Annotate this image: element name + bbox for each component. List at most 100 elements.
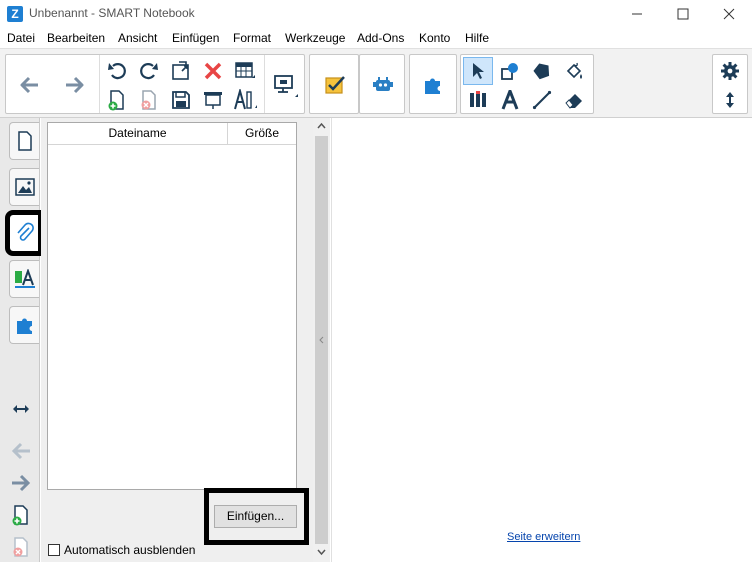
maximize-button[interactable]: [660, 0, 706, 28]
toolbar-group-addons: [409, 54, 457, 114]
paperclip-icon: [16, 222, 34, 241]
toolbar-group-response: [309, 54, 359, 114]
sidebar-delete-page-button[interactable]: [10, 536, 32, 558]
menu-hilfe[interactable]: Hilfe: [465, 31, 489, 45]
toolbar: [0, 48, 752, 118]
measure-tools-icon: [234, 89, 257, 110]
shapes-tool-button[interactable]: [495, 57, 525, 85]
eraser-tool-button[interactable]: [559, 86, 589, 114]
close-window-button[interactable]: [706, 0, 752, 28]
gear-icon: [721, 62, 739, 80]
menu-format[interactable]: Format: [233, 31, 271, 45]
sidebar-move-button[interactable]: [10, 398, 32, 420]
line-icon: [532, 90, 552, 110]
sidebar-add-page-button[interactable]: [10, 504, 32, 526]
pens-tool-button[interactable]: [463, 86, 493, 114]
menu-add-ons[interactable]: Add-Ons: [357, 31, 404, 45]
add-page-button[interactable]: [102, 86, 132, 114]
eraser-icon: [565, 94, 582, 109]
add-page-icon: [12, 505, 28, 526]
floppy-disk-icon: [172, 91, 190, 109]
arrow-left-icon: [11, 442, 30, 460]
autohide-checkbox[interactable]: [48, 544, 60, 556]
redo-button[interactable]: [134, 57, 164, 85]
tab-page-sorter[interactable]: [9, 122, 39, 160]
lab-activities-button[interactable]: [368, 71, 398, 99]
tab-addons[interactable]: [9, 306, 39, 344]
menu-werkzeuge[interactable]: Werkzeuge: [285, 31, 345, 45]
insert-highlight-frame: Einfügen...: [204, 488, 309, 545]
insert-table-button[interactable]: [230, 57, 260, 85]
paint-bucket-icon: [566, 62, 582, 79]
menu-ansicht[interactable]: Ansicht: [118, 31, 157, 45]
text-a-icon: [501, 90, 519, 110]
minimize-button[interactable]: [614, 0, 660, 28]
close-icon: [723, 8, 735, 20]
previous-page-button[interactable]: [14, 71, 44, 99]
expand-page-link[interactable]: Seite erweitern: [507, 531, 580, 543]
response-button[interactable]: [320, 71, 350, 99]
chevron-up-icon: [317, 122, 326, 129]
fill-tool-button[interactable]: [559, 57, 589, 85]
menu-einfuegen[interactable]: Einfügen: [172, 31, 219, 45]
monitor-icon: [274, 75, 298, 97]
polygon-icon: [533, 63, 550, 80]
app-logo-icon: Z: [7, 6, 23, 22]
clipboard-icon: [172, 61, 189, 80]
delete-page-button[interactable]: [134, 86, 164, 114]
chevron-down-icon: [317, 549, 326, 556]
save-button[interactable]: [166, 86, 196, 114]
select-tool-button[interactable]: [463, 57, 493, 85]
next-page-button[interactable]: [60, 71, 90, 99]
maximize-icon: [677, 8, 689, 20]
polygon-tool-button[interactable]: [527, 57, 557, 85]
panel-scrollbar[interactable]: [313, 118, 330, 562]
menu-bearbeiten[interactable]: Bearbeiten: [47, 31, 105, 45]
line-tool-button[interactable]: [527, 86, 557, 114]
column-header-size[interactable]: Größe: [228, 123, 296, 144]
checkbox-check-icon: [325, 76, 345, 94]
toolbar-group-main: [5, 54, 305, 114]
whiteboard-canvas[interactable]: Seite erweitern: [331, 118, 752, 562]
arrow-left-icon: [20, 76, 38, 94]
column-header-filename[interactable]: Dateiname: [48, 123, 228, 144]
arrow-right-icon: [66, 76, 84, 94]
text-tool-button[interactable]: [495, 86, 525, 114]
sidebar-next-page-button[interactable]: [10, 472, 32, 494]
splitter-grip-icon: [319, 336, 324, 344]
tab-properties[interactable]: [9, 260, 39, 298]
left-right-arrows-icon: [13, 405, 29, 413]
title-bar: Z Unbenannt - SMART Notebook: [0, 0, 752, 28]
measurement-tools-button[interactable]: [230, 86, 260, 114]
pens-icon: [470, 91, 486, 107]
attachments-panel: Dateiname Größe Einfügen... Automatisch …: [41, 118, 313, 562]
shapes-icon: [501, 63, 518, 80]
toolbar-group-lab: [359, 54, 405, 114]
display-mode-button[interactable]: [270, 71, 300, 99]
screen-shade-button[interactable]: [198, 86, 228, 114]
tab-attachments[interactable]: [5, 210, 43, 256]
puzzle-icon: [16, 318, 32, 334]
side-tab-bar: [0, 118, 43, 562]
list-header: Dateiname Größe: [48, 123, 296, 145]
table-icon: [235, 62, 255, 78]
paste-button[interactable]: [166, 57, 196, 85]
autohide-option[interactable]: Automatisch ausblenden: [48, 543, 195, 557]
properties-icon: [14, 269, 35, 288]
settings-button[interactable]: [715, 57, 745, 85]
menu-datei[interactable]: Datei: [7, 31, 35, 45]
sidebar-previous-page-button[interactable]: [10, 440, 32, 462]
delete-button[interactable]: [198, 57, 228, 85]
tab-gallery[interactable]: [9, 168, 39, 206]
menu-konto[interactable]: Konto: [419, 31, 450, 45]
attachments-list[interactable]: Dateiname Größe: [47, 122, 297, 490]
delete-x-icon: [204, 62, 222, 80]
delete-page-icon: [13, 537, 28, 557]
picture-icon: [14, 178, 35, 196]
addons-button[interactable]: [418, 71, 448, 99]
insert-attachment-button[interactable]: Einfügen...: [214, 505, 297, 528]
undo-button[interactable]: [102, 57, 132, 85]
move-toolbar-button[interactable]: [715, 86, 745, 114]
screen-shade-icon: [204, 92, 222, 109]
divider: [264, 55, 265, 113]
